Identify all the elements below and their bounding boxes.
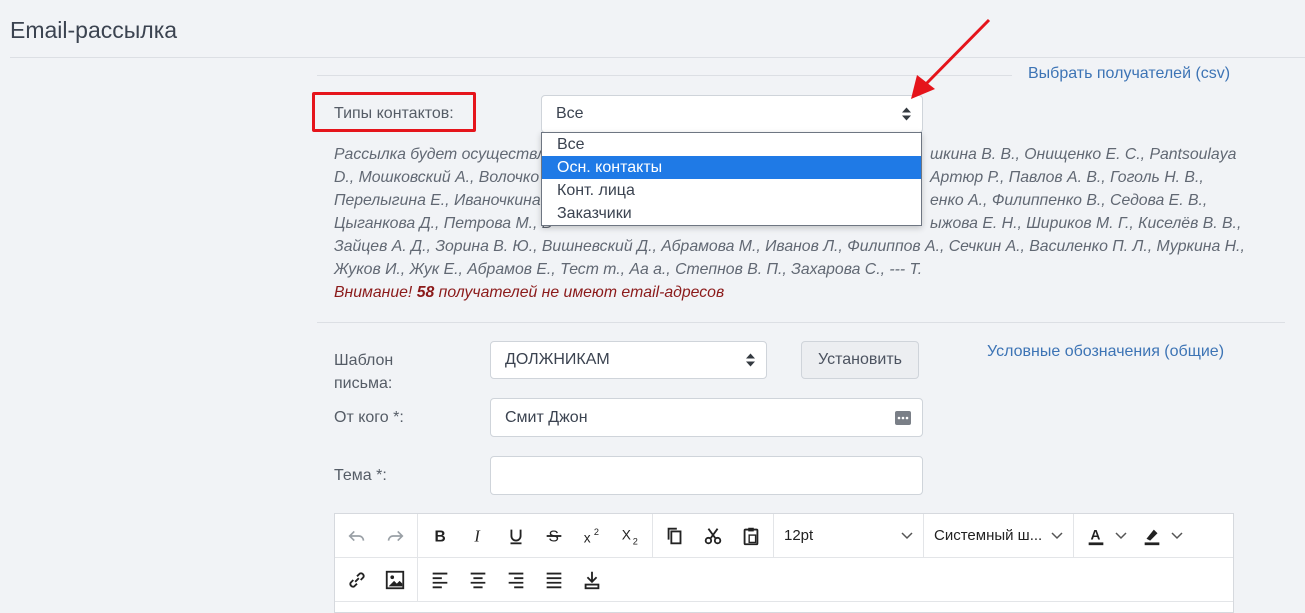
recipients-line: ыжова Е. Н., Шириков М. Г., Киселёв В. В…: [930, 215, 1242, 232]
font-size-select[interactable]: 12pt: [774, 514, 924, 557]
recipients-list-right: шкина В. В., Онищенко Е. С., Pantsoulaya…: [930, 143, 1242, 235]
superscript-icon[interactable]: x2: [573, 519, 611, 553]
editor-toolbar-row-1: B I S x2 X2 12pt Системный ш... A: [335, 514, 1233, 558]
chevron-down-icon: [901, 531, 913, 539]
paste-icon[interactable]: [732, 519, 770, 553]
select-arrows-icon: [902, 107, 911, 121]
dropdown-option-main-contacts[interactable]: Осн. контакты: [542, 156, 921, 179]
warning-count: 58: [416, 284, 435, 301]
recipients-line: Артюр Р., Павлов А. В., Гоголь Н. В.,: [930, 169, 1204, 186]
legend-link[interactable]: Условные обозначения (общие): [987, 343, 1224, 361]
cut-icon[interactable]: [694, 519, 732, 553]
template-label: Шаблон письма:: [334, 352, 394, 392]
annotation-arrow-icon: [911, 18, 991, 99]
chevron-down-icon[interactable]: [1171, 531, 1183, 540]
format-group: B I S x2 X2: [418, 514, 653, 557]
recipients-line: шкина В. В., Онищенко Е. С., Pantsoulaya: [930, 146, 1237, 163]
italic-icon[interactable]: I: [459, 519, 497, 553]
bold-icon[interactable]: B: [421, 519, 459, 553]
redo-icon[interactable]: [376, 519, 414, 553]
svg-text:A: A: [1091, 527, 1101, 542]
warning-prefix: Внимание!: [334, 284, 413, 301]
color-group: A: [1074, 514, 1192, 557]
select-recipients-csv-link[interactable]: Выбрать получателей (csv): [1028, 65, 1230, 83]
font-family-select[interactable]: Системный ш...: [924, 514, 1074, 557]
contact-types-dropdown[interactable]: Все Осн. контакты Конт. лица Заказчики: [541, 132, 922, 226]
recipients-line: енко А., Филиппенко В., Седова Е. В.,: [930, 192, 1208, 209]
editor-toolbar-row-2: [335, 558, 1233, 602]
from-field[interactable]: Смит Джон: [490, 398, 923, 437]
clipboard-group: [653, 514, 774, 557]
align-group: [418, 558, 614, 601]
subject-input[interactable]: [490, 456, 923, 495]
section-divider: [317, 322, 1285, 323]
svg-text:x: x: [584, 530, 591, 545]
from-value: Смит Джон: [505, 408, 588, 426]
font-family-value: Системный ш...: [934, 527, 1043, 544]
recipients-line: Зайцев А. Д., Зорина В. Ю., Вишневский Д…: [334, 238, 1245, 255]
svg-text:B: B: [435, 528, 446, 545]
set-template-button[interactable]: Установить: [801, 341, 919, 379]
align-left-icon[interactable]: [421, 563, 459, 597]
svg-text:X: X: [622, 527, 631, 542]
strikethrough-icon[interactable]: S: [535, 519, 573, 553]
rich-text-editor[interactable]: B I S x2 X2 12pt Системный ш... A: [334, 513, 1234, 613]
font-size-value: 12pt: [784, 527, 814, 544]
page-title: Email-рассылка: [10, 17, 178, 43]
underline-icon[interactable]: [497, 519, 535, 553]
align-center-icon[interactable]: [459, 563, 497, 597]
dropdown-option-all[interactable]: Все: [542, 133, 921, 156]
svg-text:I: I: [473, 526, 481, 545]
contact-card-icon[interactable]: [895, 411, 911, 425]
missing-email-warning: Внимание! 58 получателей не имеют email-…: [334, 281, 724, 304]
recipients-line: Жуков И., Жук Е., Абрамов Е., Тест т., А…: [334, 261, 923, 278]
link-icon[interactable]: [338, 563, 376, 597]
image-icon[interactable]: [376, 563, 414, 597]
svg-text:2: 2: [633, 536, 638, 546]
template-selected-value: ДОЛЖНИКАМ: [505, 351, 610, 368]
highlight-color-icon[interactable]: [1133, 519, 1171, 553]
align-justify-icon[interactable]: [535, 563, 573, 597]
svg-text:S: S: [549, 528, 559, 545]
contact-types-select[interactable]: Все: [541, 95, 923, 133]
subscript-icon[interactable]: X2: [611, 519, 649, 553]
chevron-down-icon: [1051, 531, 1063, 539]
warning-suffix: получателей не имеют email-адресов: [438, 284, 725, 301]
svg-text:2: 2: [594, 527, 599, 537]
chevron-down-icon[interactable]: [1115, 531, 1127, 540]
copy-icon[interactable]: [656, 519, 694, 553]
insert-group: [335, 558, 418, 601]
dropdown-option-contact-persons[interactable]: Конт. лица: [542, 179, 921, 202]
dropdown-option-customers[interactable]: Заказчики: [542, 202, 921, 225]
contact-types-selected-value: Все: [556, 105, 584, 122]
align-right-icon[interactable]: [497, 563, 535, 597]
template-select[interactable]: ДОЛЖНИКАМ: [490, 341, 767, 379]
from-label: От кого *:: [334, 409, 404, 426]
title-divider: [10, 57, 1305, 58]
undo-icon[interactable]: [338, 519, 376, 553]
text-color-icon[interactable]: A: [1077, 519, 1115, 553]
subject-label: Тема *:: [334, 467, 387, 484]
insert-file-icon[interactable]: [573, 563, 611, 597]
annotation-highlight-box: [312, 92, 476, 132]
history-group: [335, 514, 418, 557]
select-arrows-icon: [746, 353, 755, 367]
